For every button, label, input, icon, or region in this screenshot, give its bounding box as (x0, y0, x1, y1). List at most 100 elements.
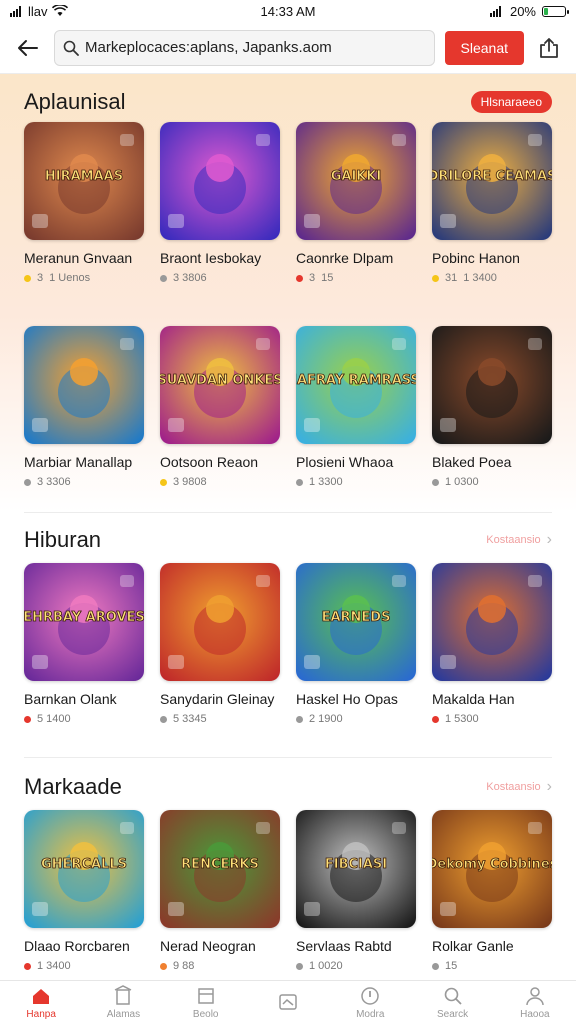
nav-label: Hanpa (26, 1009, 56, 1020)
app-title: Dlaao Rorcbaren (24, 938, 130, 954)
game-art: GAIKKI (296, 122, 416, 240)
game-art-title: GAIKKI (331, 169, 382, 184)
app-title: Barnkan Olank (24, 691, 117, 707)
section-more-link[interactable]: Kostaansio › (486, 778, 552, 796)
game-art (24, 326, 144, 444)
status-dot-icon (432, 478, 439, 486)
game-art-title: SUAVDAN ONKES (160, 373, 280, 388)
game-art: FIBCIASI (296, 810, 416, 928)
app-card[interactable]: Blaked Poea 1 0300 (432, 326, 552, 526)
app-card[interactable]: Braont Iesbokay 3 3806 (160, 122, 280, 322)
nav-label: Alamas (106, 1009, 141, 1020)
nav-item-image[interactable] (253, 991, 323, 1015)
game-art: HIRAMAAS (24, 122, 144, 240)
app-card[interactable]: Dekomy Cobbines Rolkar Ganle 15 (432, 810, 552, 980)
status-dot-icon (296, 274, 303, 282)
app-title: Rolkar Ganle (432, 938, 514, 954)
app-downloads: 5 3345 (173, 713, 207, 725)
nav-item-modra[interactable]: Modra (335, 985, 405, 1020)
app-card[interactable]: Marbiar Manallap 3 3306 (24, 326, 144, 526)
app-downloads: 1 0020 (309, 960, 343, 972)
app-title: Marbiar Manallap (24, 454, 133, 470)
game-art-title: Dekomy Cobbines (432, 857, 552, 872)
app-downloads: 3 3806 (173, 272, 207, 284)
nav-item-hanpa[interactable]: Hanpa (6, 985, 76, 1020)
app-card[interactable]: EARNEDS Haskel Ho Opas 2 1900 (296, 563, 416, 763)
building-icon (115, 985, 132, 1005)
app-downloads: 9 88 (173, 960, 195, 972)
status-dot-icon (432, 274, 439, 282)
app-downloads: 15 (445, 960, 458, 972)
image-icon (279, 993, 297, 1010)
app-thumbnail: GHERCALLS (24, 810, 144, 928)
app-thumbnail: GAIKKI (296, 122, 416, 240)
nav-item-haooa[interactable]: Haooa (500, 985, 570, 1020)
app-card[interactable]: GAIKKI Caonrke Dlpam 3 15 (296, 122, 416, 322)
nav-item-alamas[interactable]: Alamas (88, 985, 158, 1020)
game-art-title: RENCERKS (181, 857, 259, 872)
status-dot-icon (296, 478, 303, 486)
app-card[interactable]: Sanydarin Gleinay 5 3345 (160, 563, 280, 763)
app-rating: 3 (37, 272, 44, 284)
nav-item-searck[interactable]: Searck (418, 985, 488, 1020)
app-thumbnail: Dekomy Cobbines (432, 810, 552, 928)
app-meta: 31 1 3400 (432, 272, 552, 284)
status-dot-icon (160, 478, 167, 486)
game-art-title: HIRAMAAS (45, 169, 123, 184)
app-thumbnail (432, 326, 552, 444)
back-arrow-icon (18, 39, 38, 56)
app-card[interactable]: FIBCIASI Servlaas Rabtd 1 0020 (296, 810, 416, 980)
app-downloads: 3 3306 (37, 476, 71, 488)
app-thumbnail: HIRAMAAS (24, 122, 144, 240)
content-scroll[interactable]: Aplaunisal Hlsnaraeeo HIRAMAAS Meranun Gn… (0, 74, 576, 980)
app-title: Braont Iesbokay (160, 250, 262, 266)
header: Sleanat (0, 22, 576, 74)
circle-icon (361, 987, 380, 1005)
app-card[interactable]: RENCERKS Nerad Neogran 9 88 (160, 810, 280, 980)
app-title: Sanydarin Gleinay (160, 691, 275, 707)
app-card[interactable]: SUAVDAN ONKES Ootsoon Reaon 3 9808 (160, 326, 280, 526)
game-art-title: EHRBAY AROVES (24, 610, 144, 625)
section-header: Markaade Kostaansio › (24, 764, 552, 810)
app-title: Ootsoon Reaon (160, 454, 259, 470)
app-title: Haskel Ho Opas (296, 691, 398, 707)
back-button[interactable] (12, 32, 44, 64)
chevron-right-icon: › (546, 531, 552, 548)
nav-label: Beolo (192, 1009, 219, 1020)
game-art: RENCERKS (160, 810, 280, 928)
app-card[interactable]: GHERCALLS Dlaao Rorcbaren 1 3400 (24, 810, 144, 980)
status-dot-icon (432, 962, 439, 970)
section-more-label: Kostaansio (486, 781, 541, 793)
search-box[interactable] (54, 29, 435, 66)
app-meta: 9 88 (160, 960, 280, 972)
app-downloads: 1 3400 (37, 960, 71, 972)
app-card[interactable]: EHRBAY AROVES Barnkan Olank 5 1400 (24, 563, 144, 763)
section-more-link[interactable]: Kostaansio › (486, 531, 552, 549)
game-art (160, 122, 280, 240)
app-card[interactable]: Makalda Han 1 5300 (432, 563, 552, 763)
app-downloads: 1 3300 (309, 476, 343, 488)
section-title: Aplaunisal (24, 89, 126, 114)
status-dot-icon (160, 274, 167, 282)
bottom-nav: Hanpa Alamas Beolo Modra Searck Haooa (0, 980, 576, 1024)
section-badge[interactable]: Hlsnaraeeo (470, 91, 552, 113)
app-card[interactable]: JAFRAY RAMRASS Plosieni Whaoa 1 3300 (296, 326, 416, 526)
app-downloads: 2 1900 (309, 713, 343, 725)
app-meta: 5 1400 (24, 713, 144, 725)
status-dot-icon (24, 478, 31, 486)
game-art (432, 563, 552, 681)
share-button[interactable] (534, 33, 564, 63)
app-card[interactable]: DRILORE CEAMAS Pobinc Hanon 31 1 3400 (432, 122, 552, 322)
game-art-title: GHERCALLS (41, 857, 127, 872)
status-bar: llav 14:33 AM 20% (0, 0, 576, 22)
app-downloads: 5 1400 (37, 713, 71, 725)
nav-item-beolo[interactable]: Beolo (171, 985, 241, 1020)
search-input[interactable] (85, 39, 426, 56)
book-icon (197, 988, 214, 1004)
app-title: Meranun Gnvaan (24, 250, 133, 266)
app-meta: 5 3345 (160, 713, 280, 725)
search-button[interactable]: Sleanat (444, 30, 524, 65)
game-art: GHERCALLS (24, 810, 144, 928)
app-downloads: 3 9808 (173, 476, 207, 488)
app-card[interactable]: HIRAMAAS Meranun Gnvaan 3 1 Uenos (24, 122, 144, 322)
